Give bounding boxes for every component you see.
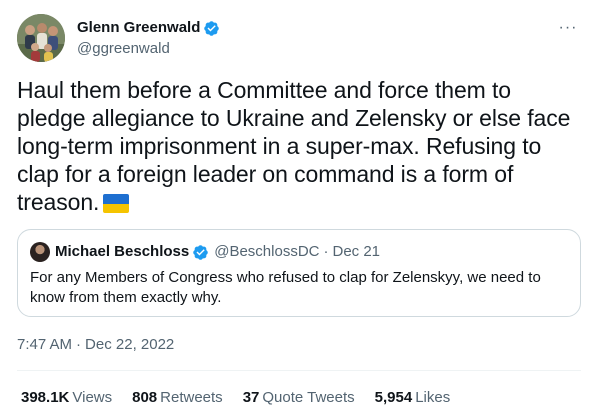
- divider: [17, 370, 581, 371]
- likes-label: Likes: [415, 389, 451, 406]
- tweet-stats: 398.1K Views 808 Retweets 37 Quote Tweets 5…: [21, 388, 470, 408]
- quote-tweets-stat[interactable]: 37 Quote Tweets: [243, 388, 355, 408]
- likes-stat[interactable]: 5,954 Likes: [375, 388, 451, 408]
- quote-tweets-label: Quote Tweets: [262, 389, 355, 406]
- more-options-icon[interactable]: ···: [555, 18, 581, 38]
- tweet-text: Haul them before a Committee and force t…: [17, 76, 583, 216]
- views-label: Views: [72, 389, 113, 406]
- ukraine-flag-icon: [103, 194, 130, 213]
- author-avatar[interactable]: [17, 14, 65, 62]
- retweets-stat[interactable]: 808 Retweets: [132, 388, 223, 408]
- likes-count: 5,954: [374, 389, 413, 406]
- quoted-tweet-text: For any Members of Congress who refused …: [30, 269, 541, 306]
- tweet-date: Dec 22, 2022: [85, 336, 175, 353]
- quoted-tweet[interactable]: Michael Beschloss @BeschlossDC · Dec 21 …: [17, 229, 581, 317]
- quoted-separator: ·: [323, 243, 329, 260]
- quoted-date: Dec 21: [332, 243, 381, 260]
- verified-badge-icon: [204, 20, 220, 36]
- timestamp-separator: ·: [76, 336, 82, 353]
- retweets-count: 808: [132, 389, 158, 406]
- quoted-author-handle: @BeschlossDC: [214, 243, 320, 260]
- tweet-time: 7:47 AM: [17, 336, 73, 353]
- author-handle[interactable]: @ggreenwald: [77, 39, 170, 59]
- quoted-author-avatar: [30, 242, 50, 262]
- quoted-author-name: Michael Beschloss: [55, 243, 190, 260]
- author-avatar-image: [17, 14, 65, 62]
- quote-tweets-count: 37: [242, 389, 260, 406]
- quoted-tweet-header: Michael Beschloss @BeschlossDC · Dec 21: [30, 242, 380, 262]
- tweet-timestamp[interactable]: 7:47 AM · Dec 22, 2022: [17, 335, 174, 355]
- retweets-label: Retweets: [160, 389, 223, 406]
- tweet-card: Glenn Greenwald @ggreenwald ··· Haul the…: [0, 0, 598, 420]
- tweet-text-content: Haul them before a Committee and force t…: [17, 77, 571, 215]
- tweet-header: Glenn Greenwald @ggreenwald ···: [17, 14, 581, 64]
- views-stat[interactable]: 398.1K Views: [21, 388, 112, 408]
- views-count: 398.1K: [21, 389, 70, 406]
- author-name[interactable]: Glenn Greenwald: [77, 18, 200, 38]
- quoted-verified-badge-icon: [193, 244, 208, 260]
- author-name-row: Glenn Greenwald: [77, 18, 220, 38]
